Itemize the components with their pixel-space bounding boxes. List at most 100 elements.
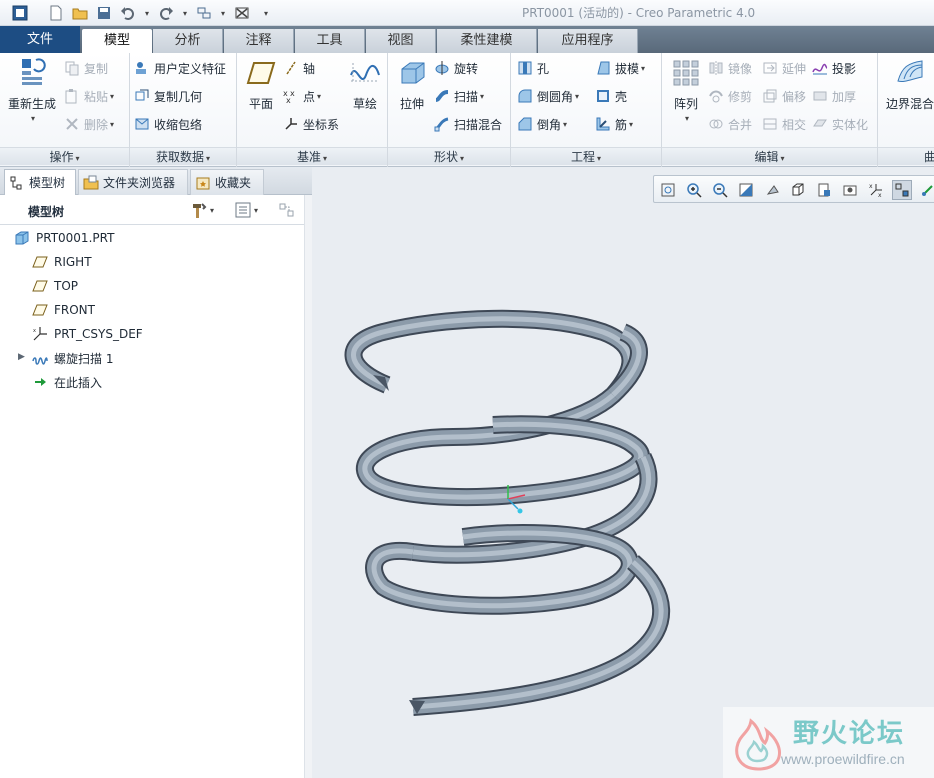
shapes-group-label[interactable]: 形状 ▾ — [388, 147, 510, 165]
plane-button[interactable]: 平面 — [243, 57, 279, 112]
tab-flexible-modeling[interactable]: 柔性建模 — [437, 29, 537, 53]
get-data-group-label[interactable]: 获取数据 ▾ — [130, 147, 236, 165]
rib-button[interactable]: 筋 ▾ — [595, 113, 633, 135]
draft-button[interactable]: 拔模 ▾ — [595, 57, 645, 79]
chamfer-button[interactable]: 倒角 ▾ — [517, 113, 567, 135]
extrude-button[interactable]: 拉伸 — [394, 57, 430, 112]
point-button[interactable]: xxx 点 ▾ — [283, 85, 321, 107]
revolve-button[interactable]: 旋转 — [434, 57, 478, 79]
merge-button[interactable]: 合并 — [708, 113, 752, 135]
tab-tools[interactable]: 工具 — [295, 29, 365, 53]
expand-arrow-icon[interactable]: ▶ — [18, 352, 25, 362]
boundary-blend-button[interactable]: 边界混合 — [880, 57, 934, 112]
regenerate-dropdown[interactable]: ▾ — [6, 114, 60, 123]
pattern-button[interactable]: 阵列 ▾ — [666, 57, 706, 123]
redo-dropdown[interactable]: ▾ — [180, 3, 188, 23]
regenerate-button[interactable]: 重新生成 ▾ — [4, 57, 60, 123]
csys-icon: x — [33, 327, 47, 341]
offset-button[interactable]: 偏移 — [762, 85, 806, 107]
svg-text:x: x — [286, 96, 291, 104]
regenerate-icon[interactable] — [194, 3, 214, 23]
group-editing: 阵列 ▾ 镜像 修剪 合并 延伸 偏移 相交 投影 加厚 实体化 编辑 ▾ — [662, 53, 878, 167]
editing-group-label[interactable]: 编辑 ▾ — [662, 147, 877, 165]
graphics-window[interactable]: xx 野火论坛 www.proewildfire.cn — [313, 167, 934, 778]
tree-show-button[interactable]: ▾ — [234, 201, 258, 219]
extrude-large-icon — [401, 62, 425, 84]
sketch-button[interactable]: 草绘 — [345, 57, 385, 112]
helical-spring-model[interactable] — [313, 167, 934, 778]
datum-group-label[interactable]: 基准 ▾ — [237, 147, 387, 165]
svg-text:x: x — [290, 89, 295, 98]
close-window-icon[interactable] — [232, 3, 252, 23]
engineering-group-label[interactable]: 工程 ▾ — [511, 147, 661, 165]
surfaces-group-label[interactable]: 曲 — [878, 147, 934, 165]
intersect-button[interactable]: 相交 — [762, 113, 806, 135]
tab-view[interactable]: 视图 — [366, 29, 436, 53]
undo-dropdown[interactable]: ▾ — [142, 3, 150, 23]
tree-node-insert-here[interactable]: 在此插入 — [32, 371, 102, 393]
tab-file[interactable]: 文件 — [0, 26, 80, 53]
pattern-dropdown[interactable]: ▾ — [668, 114, 706, 123]
thicken-button[interactable]: 加厚 — [812, 85, 856, 107]
round-label: 倒圆角 — [537, 89, 574, 104]
forum-watermark: 野火论坛 www.proewildfire.cn — [723, 707, 934, 778]
trim-button[interactable]: 修剪 — [708, 85, 752, 107]
tree-filter-button[interactable] — [278, 201, 296, 219]
model-tree-icon — [10, 176, 22, 189]
tree-node-front[interactable]: FRONT — [32, 299, 95, 321]
delete-button[interactable]: 删除 ▾ — [64, 113, 114, 135]
open-icon[interactable] — [70, 3, 90, 23]
redo-icon[interactable] — [156, 3, 176, 23]
tree-filter-icon — [279, 203, 294, 217]
paste-button[interactable]: 粘贴 ▾ — [64, 85, 114, 107]
tab-model[interactable]: 模型 — [82, 29, 152, 53]
hole-label: 孔 — [537, 61, 550, 76]
hole-button[interactable]: 孔 — [517, 57, 549, 79]
tree-settings-button[interactable]: ▾ — [190, 201, 214, 219]
sweep-label: 扫描 — [454, 89, 479, 104]
round-icon — [518, 89, 532, 103]
tab-folder-browser[interactable]: 文件夹浏览器 — [78, 169, 188, 195]
tab-model-tree[interactable]: 模型树 — [4, 169, 76, 195]
group-surfaces: 边界混合 曲 — [878, 53, 934, 167]
tab-analysis[interactable]: 分析 — [153, 29, 223, 53]
copy-button[interactable]: 复制 — [64, 57, 108, 79]
save-icon[interactable] — [94, 3, 114, 23]
shrinkwrap-icon — [135, 118, 149, 130]
udf-button[interactable]: 用户定义特征 — [134, 57, 226, 79]
tab-favorites[interactable]: 收藏夹 — [190, 169, 264, 195]
regenerate-large-icon — [22, 58, 46, 85]
tab-annotate[interactable]: 注释 — [224, 29, 294, 53]
navigator-scrollbar[interactable] — [304, 195, 312, 778]
shell-label: 壳 — [615, 89, 628, 104]
project-button[interactable]: 投影 — [812, 57, 856, 79]
new-icon[interactable] — [46, 3, 66, 23]
tree-node-csys[interactable]: x PRT_CSYS_DEF — [32, 323, 143, 345]
solidify-button[interactable]: 实体化 — [812, 113, 868, 135]
regen-dropdown[interactable]: ▾ — [218, 3, 226, 23]
customize-icon[interactable]: ▾ — [258, 3, 272, 23]
tab-applications[interactable]: 应用程序 — [538, 29, 638, 53]
group-get-data: 用户定义特征 复制几何 收缩包络 获取数据 ▾ — [130, 53, 237, 167]
solidify-icon — [813, 119, 827, 127]
shell-button[interactable]: 壳 — [595, 85, 627, 107]
copy-geometry-icon — [135, 89, 149, 101]
shrinkwrap-button[interactable]: 收缩包络 — [134, 113, 202, 135]
model-tree-header: 模型树 ▾ ▾ — [0, 195, 304, 225]
csys-button[interactable]: 坐标系 — [283, 113, 339, 135]
axis-button[interactable]: 轴 — [283, 57, 315, 79]
operations-group-label[interactable]: 操作 ▾ — [0, 147, 129, 165]
sweep-button[interactable]: 扫描 ▾ — [434, 85, 484, 107]
round-button[interactable]: 倒圆角 ▾ — [517, 85, 579, 107]
swept-blend-icon — [434, 117, 449, 132]
tree-node-part[interactable]: PRT0001.PRT — [14, 227, 114, 249]
app-icon[interactable] — [10, 3, 30, 23]
mirror-button[interactable]: 镜像 — [708, 57, 752, 79]
copy-geometry-button[interactable]: 复制几何 — [134, 85, 202, 107]
tree-node-top[interactable]: TOP — [32, 275, 78, 297]
extend-button[interactable]: 延伸 — [762, 57, 806, 79]
tree-node-helical-sweep[interactable]: 螺旋扫描 1 — [32, 347, 113, 369]
swept-blend-button[interactable]: 扫描混合 — [434, 113, 502, 135]
tree-node-right[interactable]: RIGHT — [32, 251, 92, 273]
undo-icon[interactable] — [118, 3, 138, 23]
